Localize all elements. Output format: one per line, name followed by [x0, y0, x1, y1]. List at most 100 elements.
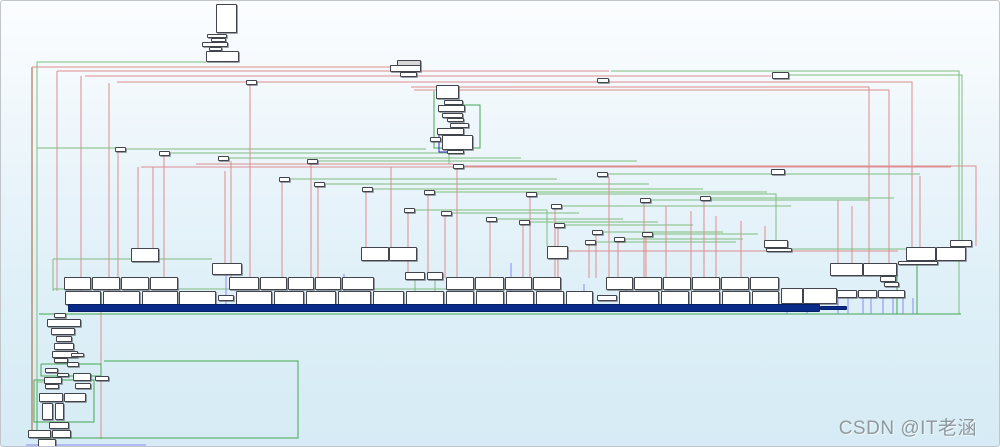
graph-node[interactable] [216, 4, 237, 33]
graph-node[interactable] [585, 240, 596, 245]
graph-node[interactable] [159, 151, 170, 156]
graph-node[interactable] [803, 288, 837, 304]
graph-node[interactable] [606, 277, 633, 290]
graph-node[interactable] [436, 85, 459, 99]
graph-node[interactable] [342, 277, 374, 290]
graph-node[interactable] [453, 164, 464, 169]
graph-node[interactable] [663, 277, 691, 290]
graph-node[interactable] [447, 150, 464, 154]
graph-node[interactable] [92, 277, 120, 290]
graph-node[interactable] [65, 291, 101, 305]
graph-node[interactable] [45, 384, 59, 389]
graph-node[interactable] [486, 217, 497, 222]
graph-node[interactable] [447, 118, 464, 122]
graph-node[interactable] [772, 72, 789, 79]
graph-node[interactable] [142, 291, 178, 305]
graph-node[interactable] [547, 246, 568, 259]
graph-node[interactable] [424, 190, 435, 195]
graph-node[interactable] [64, 277, 91, 290]
graph-node[interactable] [597, 295, 617, 301]
graph-node[interactable] [404, 208, 415, 213]
graph-node[interactable] [592, 230, 603, 235]
graph-node[interactable] [49, 422, 69, 429]
graph-node[interactable] [54, 358, 68, 363]
graph-node[interactable] [597, 172, 608, 177]
graph-node[interactable] [212, 263, 242, 275]
graph-node[interactable] [338, 291, 371, 305]
graph-node[interactable] [505, 277, 532, 290]
graph-node[interactable] [52, 430, 71, 438]
graph-node[interactable] [373, 291, 404, 305]
graph-node[interactable] [47, 319, 81, 327]
graph-node[interactable] [274, 291, 304, 305]
graph-bar-node[interactable] [68, 304, 820, 312]
graph-node[interactable] [427, 272, 443, 280]
graph-node[interactable] [519, 220, 530, 225]
graph-node[interactable] [906, 247, 936, 261]
graph-node[interactable] [446, 291, 474, 305]
graph-node[interactable] [858, 290, 877, 298]
graph-node[interactable] [288, 277, 314, 290]
graph-node[interactable] [362, 187, 373, 192]
graph-node[interactable] [750, 277, 779, 290]
graph-node[interactable] [830, 263, 863, 276]
graph-node[interactable] [95, 376, 109, 381]
graph-node[interactable] [218, 156, 229, 161]
graph-node[interactable] [55, 403, 64, 420]
graph-node[interactable] [764, 240, 788, 248]
graph-node[interactable] [246, 80, 257, 85]
graph-node[interactable] [45, 368, 58, 373]
graph-node[interactable] [526, 192, 537, 197]
graph-node[interactable] [766, 248, 792, 252]
graph-node[interactable] [314, 182, 325, 187]
graph-node[interactable] [430, 137, 441, 142]
graph-node[interactable] [446, 277, 474, 290]
graph-node[interactable] [28, 430, 51, 438]
graph-node[interactable] [51, 328, 75, 335]
graph-node[interactable] [640, 198, 651, 203]
graph-node[interactable] [260, 277, 287, 290]
graph-node[interactable] [692, 277, 720, 290]
graph-node[interactable] [73, 373, 91, 381]
graph-node[interactable] [863, 263, 897, 276]
graph-node[interactable] [64, 393, 86, 402]
graph-node[interactable] [218, 295, 234, 301]
graph-node[interactable] [42, 403, 53, 420]
graph-node[interactable] [67, 362, 79, 367]
graph-node[interactable] [533, 277, 561, 290]
graph-node[interactable] [771, 169, 785, 175]
graph-node[interactable] [315, 277, 341, 290]
graph-node[interactable] [551, 204, 562, 209]
graph-node[interactable] [206, 51, 239, 62]
graph-node[interactable] [54, 313, 66, 318]
graph-node[interactable] [75, 383, 91, 389]
graph-node[interactable] [179, 291, 216, 305]
graph-node[interactable] [661, 291, 689, 305]
graph-node[interactable] [389, 247, 417, 261]
graph-node[interactable] [229, 277, 259, 290]
graph-node[interactable] [597, 78, 609, 83]
graph-node[interactable] [38, 439, 56, 447]
graph-bar-node[interactable] [820, 306, 847, 310]
graph-node[interactable] [306, 291, 336, 305]
graph-node[interactable] [700, 196, 711, 201]
graph-node[interactable] [115, 147, 126, 152]
graph-node[interactable] [390, 65, 421, 72]
graph-node[interactable] [878, 290, 905, 298]
graph-node[interactable] [71, 353, 84, 357]
graph-node[interactable] [566, 291, 593, 305]
graph-node[interactable] [476, 291, 504, 305]
graph-node[interactable] [121, 277, 149, 290]
graph-node[interactable] [634, 277, 662, 290]
graph-node[interactable] [279, 177, 290, 182]
graph-node[interactable] [898, 261, 938, 265]
graph-node[interactable] [406, 291, 444, 305]
graph-node[interactable] [103, 291, 140, 305]
graph-node[interactable] [131, 248, 159, 262]
graph-node[interactable] [691, 291, 720, 305]
graph-node[interactable] [150, 277, 178, 290]
graph-node[interactable] [536, 291, 564, 305]
graph-node[interactable] [39, 393, 63, 402]
graph-node[interactable] [722, 291, 750, 305]
graph-node[interactable] [405, 272, 425, 280]
